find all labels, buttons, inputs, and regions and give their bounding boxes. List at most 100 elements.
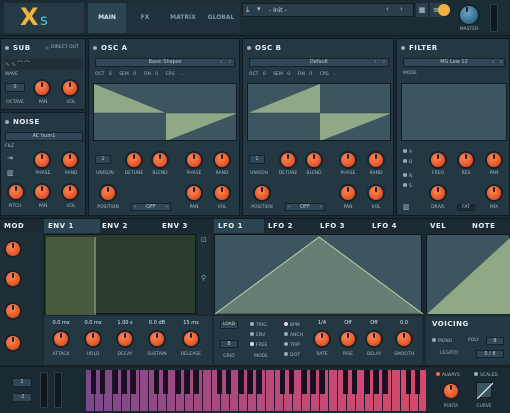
osc-b-preset-field[interactable]: Default ‹ › — [249, 58, 389, 67]
osc-a-wave-display[interactable] — [93, 83, 237, 141]
osc-b-sem-value[interactable]: 0 — [287, 72, 290, 77]
osc-a-oct-value[interactable]: 0 — [109, 72, 112, 77]
sub-wave-selector[interactable]: ∿∿⌒⌒ — [5, 59, 83, 69]
osc-b-detune-knob[interactable] — [281, 153, 295, 167]
lfo-delay-knob[interactable] — [367, 332, 381, 346]
osc-a-position-knob[interactable] — [101, 186, 115, 200]
porta-knob[interactable] — [444, 384, 458, 398]
lfo-grid-field[interactable]: 8 — [220, 340, 238, 348]
osc-b-phase-knob[interactable] — [341, 153, 355, 167]
osc-a-power-icon[interactable] — [93, 46, 97, 50]
osc-a-rand-knob[interactable] — [215, 153, 229, 167]
mod-source-knob-3[interactable] — [6, 304, 20, 318]
keyboard[interactable] — [86, 370, 426, 411]
lock-icon[interactable]: ⊡ — [201, 236, 207, 244]
tab-matrix[interactable]: MATRIX — [164, 3, 202, 33]
mod-wheel[interactable] — [54, 372, 62, 408]
noise-vol-knob[interactable] — [63, 185, 77, 199]
always-option[interactable]: ALWAYS — [436, 372, 460, 378]
osc-a-prev-icon[interactable]: ‹ — [220, 59, 222, 65]
noise-keytrack-icon[interactable]: ▥ — [7, 169, 14, 177]
tab-note[interactable]: NOTE — [472, 222, 495, 230]
preset-menu-icon[interactable]: ▾ — [257, 5, 261, 13]
osc-b-power-icon[interactable] — [247, 46, 251, 50]
filter-route-a[interactable]: A — [403, 149, 412, 155]
osc-b-blend-knob[interactable] — [307, 153, 321, 167]
direct-out-toggle[interactable] — [45, 46, 49, 50]
osc-b-mode-prev-icon[interactable]: ‹ — [288, 204, 290, 210]
osc-a-mode-prev-icon[interactable]: ‹ — [134, 204, 136, 210]
tab-env2[interactable]: ENV 2 — [102, 222, 128, 230]
tab-lfo3[interactable]: LFO 3 — [320, 222, 345, 230]
env-attack-knob[interactable] — [54, 332, 68, 346]
master-knob[interactable] — [460, 6, 478, 24]
lfo-display[interactable] — [214, 234, 424, 315]
env-hold-knob[interactable] — [86, 332, 100, 346]
mod-source-knob-2[interactable] — [6, 272, 20, 286]
osc-a-crs-value[interactable]: ... — [179, 72, 183, 77]
filter-route-n[interactable]: N — [403, 173, 412, 179]
tab-env1[interactable]: ENV 1 — [44, 219, 100, 233]
filter-freq-knob[interactable] — [431, 153, 445, 167]
filter-pan-knob[interactable] — [487, 153, 501, 167]
mod-source-knob-4[interactable] — [6, 336, 20, 350]
curve-icon[interactable] — [476, 382, 494, 400]
filter-prev-icon[interactable]: ‹ — [492, 59, 494, 65]
pitch-bend-up-field[interactable]: 2 — [12, 378, 32, 387]
filter-response-display[interactable] — [401, 83, 507, 141]
osc-a-vol-knob[interactable] — [215, 186, 229, 200]
tab-fx[interactable]: FX — [126, 3, 164, 33]
voicing-legato-field[interactable]: 0 / 8 — [476, 350, 504, 358]
lfo-mode-trig[interactable]: TRIG — [250, 322, 267, 328]
osc-b-next-icon[interactable]: › — [383, 59, 385, 65]
env-display[interactable] — [44, 234, 196, 315]
lfo-rise-knob[interactable] — [341, 332, 355, 346]
sub-pan-knob[interactable] — [35, 81, 49, 95]
sub-octave-field[interactable]: 0 — [5, 83, 25, 92]
osc-a-unison-field[interactable]: 1 — [95, 155, 111, 164]
sub-vol-knob[interactable] — [63, 81, 77, 95]
magnify-icon[interactable]: ⚲ — [201, 274, 206, 282]
lfo-load-button[interactable]: LOAD — [220, 321, 238, 329]
preset-next-icon[interactable]: › — [400, 5, 403, 13]
osc-a-blend-knob[interactable] — [153, 153, 167, 167]
osc-a-next-icon[interactable]: › — [229, 59, 231, 65]
osc-a-fin-value[interactable]: 0 — [155, 72, 158, 77]
pitch-bend-down-field[interactable]: -2 — [12, 393, 32, 402]
noise-preset-field[interactable]: AC hum1 — [5, 132, 83, 141]
env-release-knob[interactable] — [184, 332, 198, 346]
lfo-mode-env[interactable]: ENV — [250, 332, 265, 338]
tab-vel[interactable]: VEL — [430, 222, 446, 230]
mod-source-knob-1[interactable] — [6, 242, 20, 256]
lfo-rate-dot[interactable]: DOT — [284, 352, 300, 358]
filter-route-s[interactable]: S — [403, 183, 412, 189]
lfo-rate-trip[interactable]: TRIP — [284, 342, 300, 348]
lfo-smooth-knob[interactable] — [397, 332, 411, 346]
osc-b-vol-knob[interactable] — [369, 186, 383, 200]
osc-b-mode-field[interactable]: ‹ OFF › — [285, 203, 325, 211]
browser-icon[interactable]: ▦ — [416, 3, 428, 17]
tab-lfo2[interactable]: LFO 2 — [268, 222, 293, 230]
noise-power-icon[interactable] — [5, 120, 9, 124]
lfo-rate-bpm[interactable]: BPM — [284, 322, 300, 328]
env-decay-knob[interactable] — [118, 332, 132, 346]
filter-power-icon[interactable] — [401, 46, 405, 50]
tab-env3[interactable]: ENV 3 — [162, 222, 188, 230]
filter-mix-knob[interactable] — [487, 186, 501, 200]
noise-pitch-knob[interactable] — [9, 185, 23, 199]
osc-b-prev-icon[interactable]: ‹ — [374, 59, 376, 65]
osc-b-fin-value[interactable]: 0 — [309, 72, 312, 77]
vel-display[interactable] — [426, 234, 510, 314]
env-sustain-knob[interactable] — [150, 332, 164, 346]
tab-global[interactable]: GLOBAL — [202, 3, 240, 33]
tab-main[interactable]: MAIN — [88, 3, 126, 33]
osc-b-crs-value[interactable]: ... — [333, 72, 337, 77]
lfo-rate-anch[interactable]: ANCH — [284, 332, 303, 338]
osc-b-unison-field[interactable]: 1 — [249, 155, 265, 164]
osc-a-sem-value[interactable]: 0 — [133, 72, 136, 77]
save-icon[interactable]: ⤓ — [246, 5, 250, 15]
osc-a-detune-knob[interactable] — [127, 153, 141, 167]
filter-route-b[interactable]: B — [403, 159, 412, 165]
osc-b-pan-knob[interactable] — [341, 186, 355, 200]
noise-rand-knob[interactable] — [63, 153, 77, 167]
